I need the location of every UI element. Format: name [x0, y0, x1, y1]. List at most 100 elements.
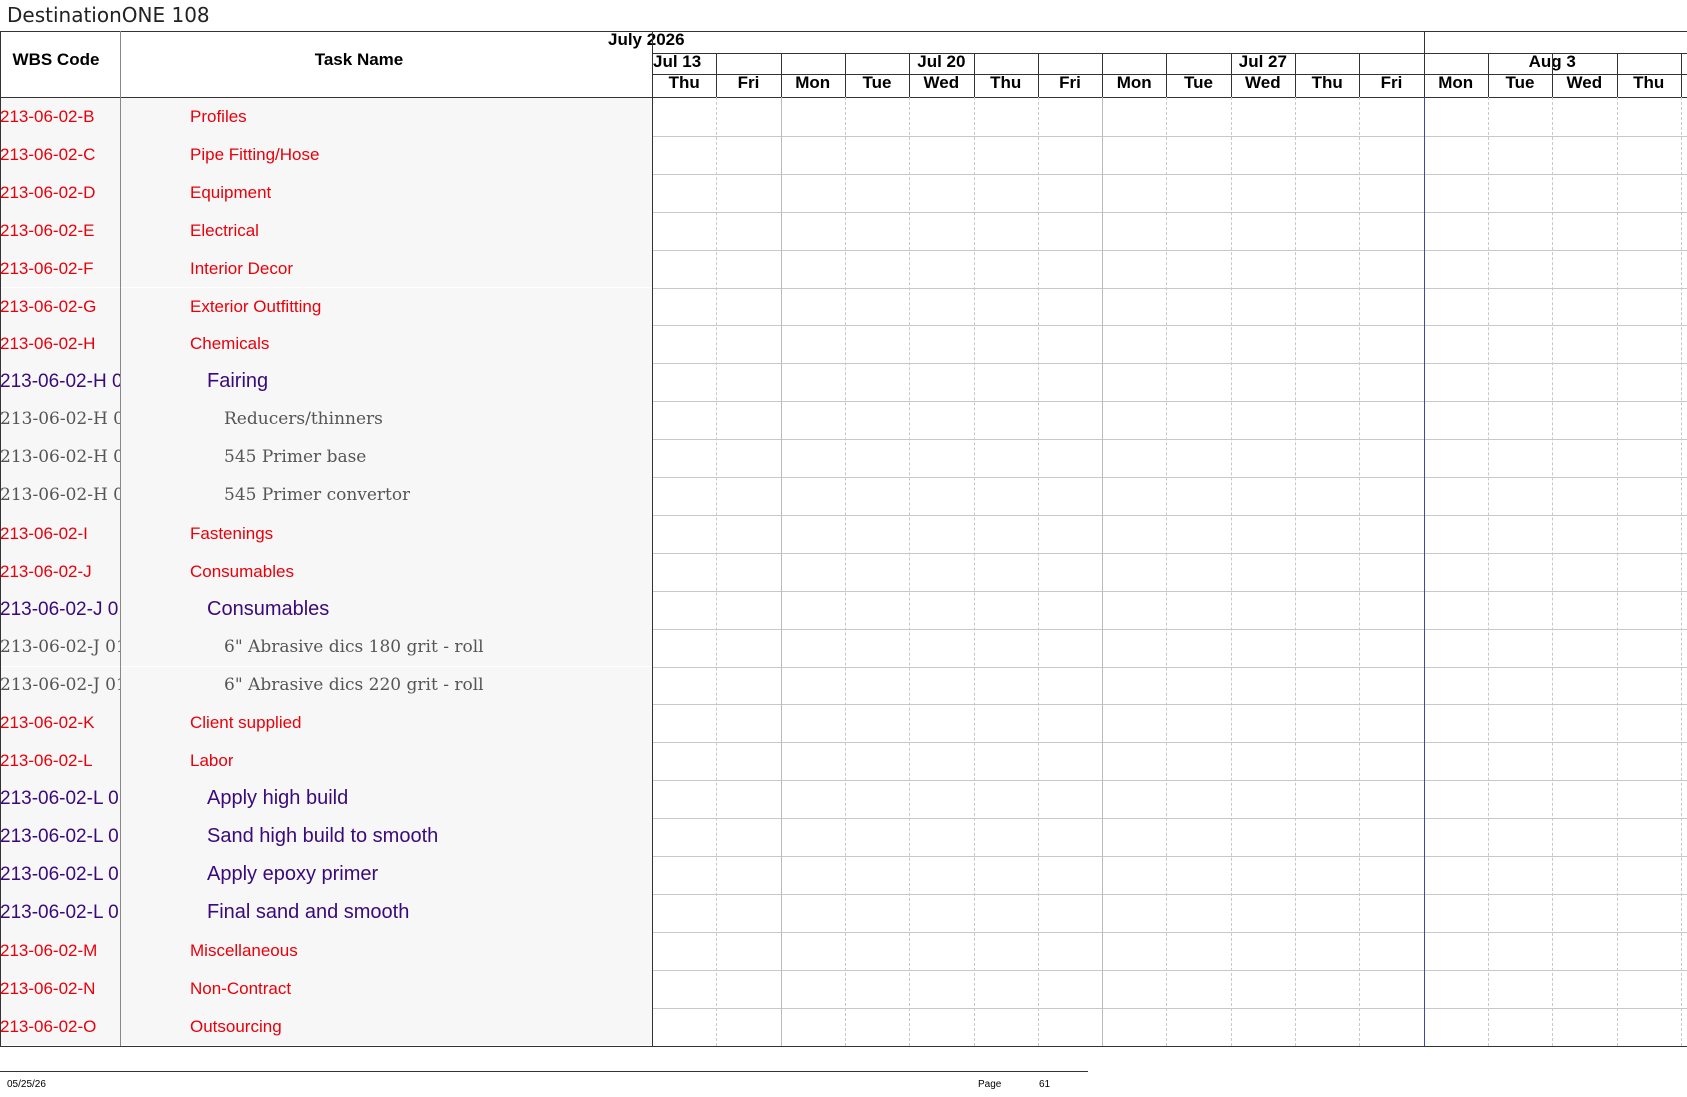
- task-timeline-divider: [652, 31, 653, 1046]
- day-gridline: [1552, 97, 1554, 1046]
- task-cell-bg: [120, 590, 652, 629]
- grid-left-border: [0, 31, 1, 1046]
- gantt-grid: WBS Code Task Name July 2026 Jul 13 Jul 2…: [0, 30, 1687, 1047]
- wbs-code: 213-06-02-M: [0, 940, 98, 960]
- day-header: Fri: [737, 73, 760, 92]
- wbs-code: 213-06-02-E: [0, 220, 95, 240]
- day-header: Thu: [1633, 73, 1665, 92]
- wbs-code: 213-06-02-N: [0, 978, 96, 998]
- task-name: 545 Primer base: [224, 447, 367, 468]
- week-day-divider: [652, 74, 1687, 75]
- footer-page-number: 61: [1039, 1079, 1051, 1090]
- day-header: Fri: [1059, 73, 1081, 92]
- day-header-divider: [1487, 53, 1489, 97]
- task-name: 6" Abrasive dics 180 grit - roll: [224, 636, 484, 657]
- wbs-code: 213-06-02-J 01: [0, 674, 120, 695]
- wbs-code: 213-06-02-H 01: [0, 409, 120, 430]
- task-cell-bg: [120, 856, 652, 894]
- wbs-code: 213-06-02-J 0: [0, 598, 119, 620]
- day-header: Tue: [862, 73, 892, 92]
- wbs-code: 213-06-02-L: [0, 751, 93, 771]
- week-divider: [780, 97, 782, 1046]
- wbs-code: 213-06-02-B: [0, 107, 95, 126]
- day-gridline: [844, 97, 846, 1046]
- task-name: Electrical: [190, 220, 259, 240]
- task-name: Fastenings: [190, 523, 274, 543]
- day-header: Fri: [1380, 73, 1403, 92]
- wbs-code: 213-06-02-H 0: [0, 371, 120, 393]
- day-header: Mon: [795, 73, 831, 92]
- task-name: Fairing: [207, 370, 269, 393]
- wbs-code: 213-06-02-H 01: [0, 485, 120, 505]
- wbs-code: 213-06-02-L 0: [0, 788, 119, 810]
- day-header-divider: [1552, 53, 1554, 97]
- task-cell-bg: [120, 363, 652, 402]
- wbs-code: 213-06-02-O: [0, 1016, 97, 1036]
- header-bottom-border: [0, 97, 1687, 98]
- wbs-code: 213-06-02-D: [0, 182, 96, 202]
- task-name: Reducers/thinners: [224, 409, 383, 430]
- wbs-code: 213-06-02-C: [0, 144, 96, 164]
- day-gridline: [909, 97, 911, 1046]
- wbs-code: 213-06-02-L 0: [0, 901, 119, 923]
- footer-divider: [0, 1071, 1088, 1072]
- task-name: Apply high build: [207, 787, 349, 810]
- task-name: Outsourcing: [190, 1016, 282, 1036]
- day-header-divider: [1166, 53, 1168, 97]
- day-gridline: [1616, 97, 1618, 1046]
- task-name: Profiles: [190, 107, 247, 126]
- week-divider: [1102, 97, 1104, 1046]
- day-header: Thu: [668, 73, 700, 92]
- day-header-divider: [909, 53, 911, 97]
- day-header-divider: [780, 53, 782, 97]
- task-column-header: Task Name: [314, 50, 404, 69]
- footer-date: 05/25/26: [7, 1079, 46, 1090]
- week-header: Jul 27: [1238, 52, 1287, 71]
- day-header-divider: [1102, 53, 1104, 97]
- task-name: Interior Decor: [190, 258, 293, 278]
- task-name: Non-Contract: [190, 978, 292, 998]
- task-name: Exterior Outfitting: [190, 296, 322, 316]
- day-gridline: [1359, 97, 1361, 1046]
- week-header: Jul 20: [917, 52, 966, 71]
- wbs-task-divider: [120, 31, 121, 1046]
- task-name: Sand high build to smooth: [207, 825, 439, 848]
- grid-top-border: [0, 31, 1687, 32]
- week-header: Jul 13: [653, 52, 702, 71]
- day-gridline: [1487, 97, 1489, 1046]
- wbs-code: 213-06-02-L 0: [0, 826, 119, 848]
- task-name: 545 Primer convertor: [224, 485, 411, 505]
- wbs-code: 213-06-02-J: [0, 561, 92, 581]
- task-name: Client supplied: [190, 713, 302, 733]
- day-header-divider: [1616, 53, 1618, 97]
- day-gridline: [716, 97, 718, 1046]
- task-name: Consumables: [190, 561, 294, 581]
- day-header: Tue: [1505, 73, 1535, 92]
- day-gridline: [973, 97, 975, 1046]
- day-header: Wed: [923, 73, 960, 92]
- day-header: Wed: [1245, 73, 1281, 92]
- day-header-divider: [1359, 53, 1361, 97]
- task-name: Consumables: [207, 597, 330, 620]
- wbs-code: 213-06-02-K: [0, 713, 95, 733]
- page-title: DestinationONE 108: [7, 3, 210, 27]
- day-gridline: [1230, 97, 1232, 1046]
- wbs-code: 213-06-02-I: [0, 523, 88, 543]
- task-cell-bg: [120, 401, 652, 440]
- day-header-divider: [844, 53, 846, 97]
- day-gridline: [1680, 97, 1682, 1046]
- wbs-code: 213-06-02-L 0: [0, 864, 119, 885]
- day-header: Thu: [990, 73, 1022, 92]
- month-week-divider: [652, 53, 1687, 54]
- wbs-code: 213-06-02-J 01: [0, 636, 120, 657]
- wbs-code: 213-06-02-G: [0, 296, 97, 316]
- wbs-code: 213-06-02-F: [0, 258, 94, 278]
- footer-page-label: Page: [978, 1079, 1002, 1090]
- task-name: 6" Abrasive dics 220 grit - roll: [224, 674, 484, 695]
- day-header: Tue: [1184, 73, 1214, 92]
- day-gridline: [1166, 97, 1168, 1046]
- day-header-divider: [1423, 53, 1425, 97]
- day-header: Mon: [1438, 73, 1474, 92]
- wbs-column-header: WBS Code: [12, 50, 100, 69]
- task-name: Apply epoxy primer: [207, 863, 379, 885]
